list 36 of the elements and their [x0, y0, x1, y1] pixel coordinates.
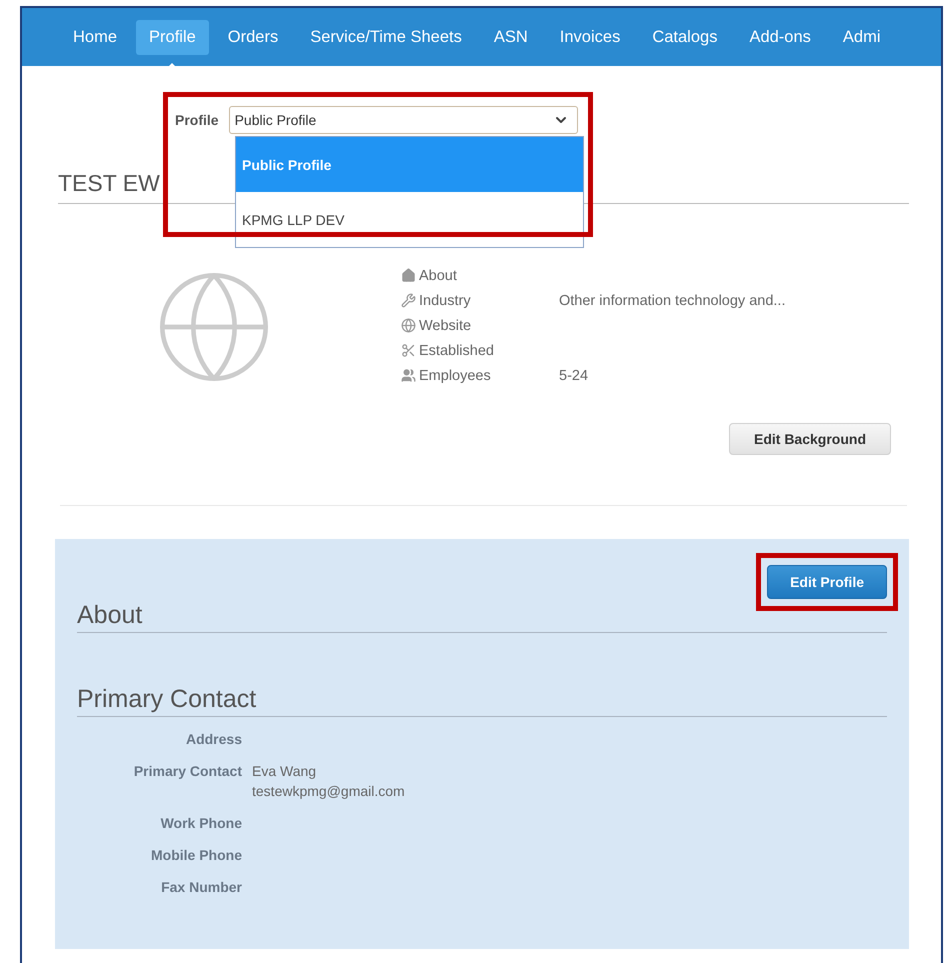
edit-background-button[interactable]: Edit Background	[728, 423, 891, 455]
scissors-icon	[401, 343, 416, 358]
edit-profile-button[interactable]: Edit Profile	[767, 565, 887, 599]
detail-value: 5-24	[559, 368, 588, 384]
detail-value: Other information technology and...	[559, 292, 786, 308]
detail-label: Website	[401, 318, 559, 334]
company-name: TEST EW	[58, 170, 161, 197]
dropdown-option[interactable]: Public Profile	[236, 137, 583, 192]
field-label: Primary Contact	[132, 763, 242, 781]
field-label: Address	[184, 731, 242, 747]
nav-tab[interactable]: Invoices	[546, 20, 634, 54]
detail-label: About	[401, 268, 559, 284]
field-label: Fax Number	[160, 879, 242, 895]
globe-icon	[401, 318, 416, 333]
profile-label: Profile	[175, 112, 219, 128]
section-heading: Primary Contact	[77, 685, 887, 717]
field-value: testewkpmg@gmail.com	[252, 783, 406, 799]
nav-tab[interactable]: Profile	[136, 20, 209, 54]
people-icon	[401, 368, 416, 383]
profile-dropdown[interactable]: Public Profile	[228, 106, 578, 134]
detail-label: Employees	[401, 368, 559, 384]
detail-label: Established	[401, 342, 559, 358]
nav-tab[interactable]: Catalogs	[639, 20, 730, 54]
nav-tab[interactable]: ASN	[480, 20, 541, 54]
wrench-icon	[401, 293, 416, 308]
house-icon	[401, 268, 416, 283]
nav-tab[interactable]: Service/Time Sheets	[297, 20, 475, 54]
nav-tab[interactable]: Orders	[214, 20, 292, 54]
section-heading: About	[77, 601, 887, 633]
nav-tab[interactable]: Home	[60, 20, 130, 54]
detail-label: Industry	[401, 292, 559, 308]
nav-tab[interactable]: Admi	[830, 20, 894, 54]
field-label: Work Phone	[160, 815, 242, 831]
nav-tab[interactable]: Add-ons	[736, 20, 824, 54]
field-value: Eva Wang	[252, 763, 318, 779]
field-label: Mobile Phone	[150, 847, 242, 863]
